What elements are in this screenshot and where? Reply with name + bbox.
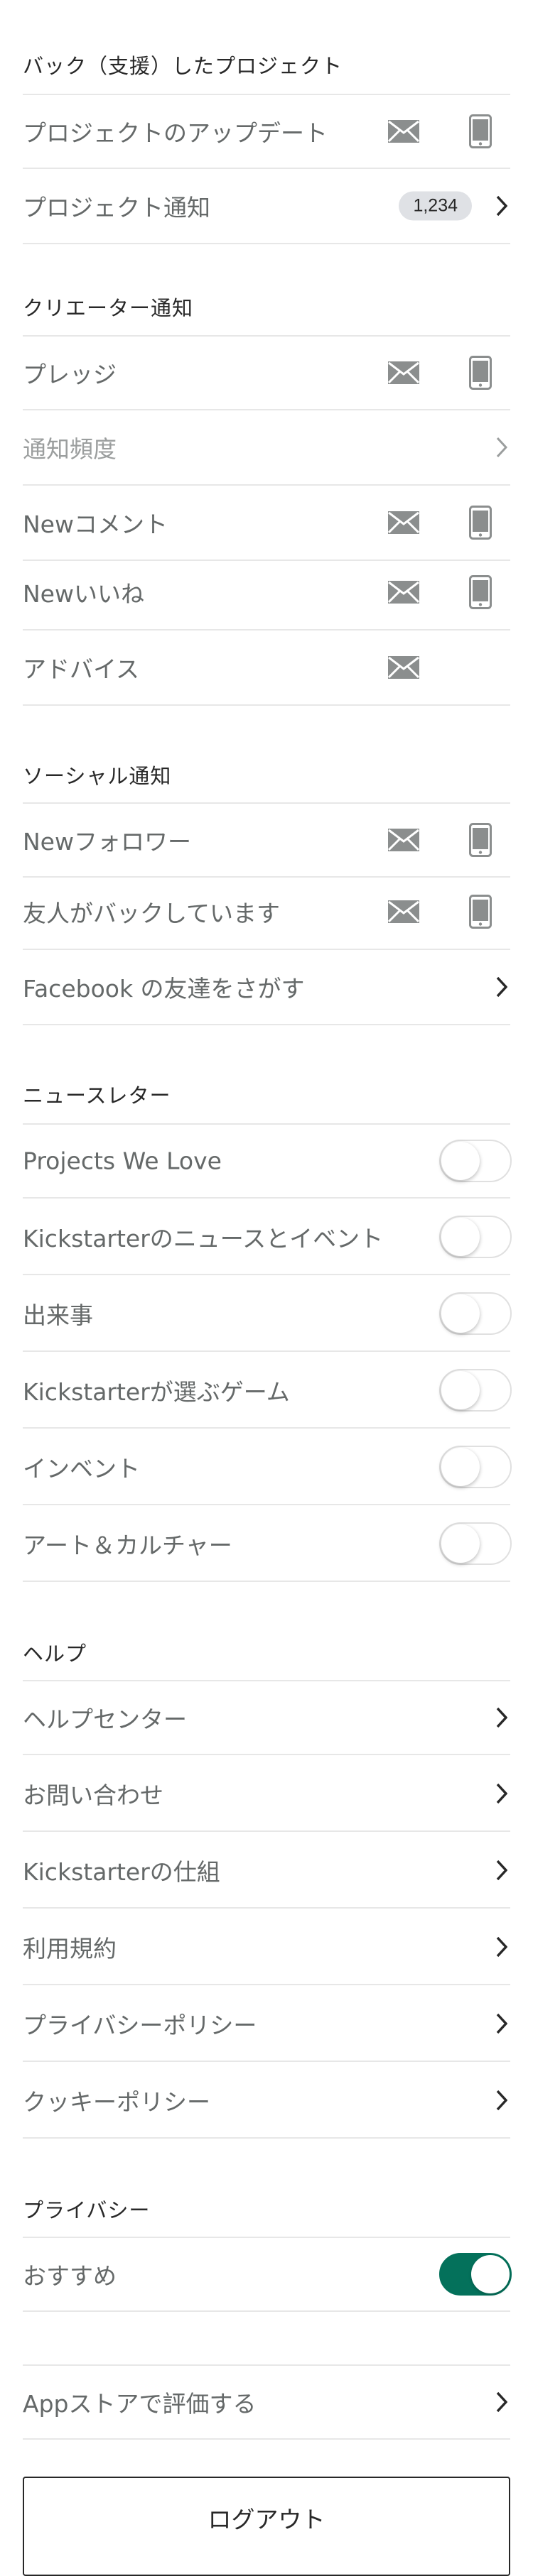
row-label: Kickstarterのニュースとイベント <box>23 1225 384 1252</box>
settings-page: バック（支援）したプロジェクト プロジェクトのアップデート プロジェクト通知 1… <box>0 0 533 2576</box>
row-newsletter-happening[interactable]: 出来事 <box>23 1277 512 1352</box>
recommendations-toggle[interactable] <box>439 2253 512 2296</box>
toggle-knob <box>441 1524 480 1563</box>
row-project-updates[interactable]: プロジェクトのアップデート <box>23 94 510 169</box>
section-title-newsletter: ニュースレター <box>23 1084 171 1108</box>
row-label: おすすめ <box>23 2262 117 2290</box>
mail-icon[interactable] <box>388 900 419 923</box>
row-newsletter-arts[interactable]: アート＆カルチャー <box>23 1507 512 1582</box>
row-label: インベント <box>23 1455 140 1483</box>
phone-icon[interactable] <box>469 823 492 857</box>
chevron-right-icon <box>496 2090 507 2111</box>
row-label: お問い合わせ <box>23 1781 163 1809</box>
toggle-knob <box>441 1218 480 1256</box>
row-label: Kickstarterの仕組 <box>23 1858 220 1886</box>
toggle-knob <box>441 1448 480 1486</box>
chevron-right-icon <box>496 2013 507 2034</box>
chevron-right-icon <box>496 1860 507 1881</box>
row-label: 友人がバックしています <box>23 900 281 927</box>
row-label: Newいいね <box>23 580 144 608</box>
row-label: プライバシーポリシー <box>23 2012 257 2039</box>
section-title-help: ヘルプ <box>23 1642 87 1666</box>
row-label: Kickstarterが選ぶゲーム <box>23 1378 290 1406</box>
newsletter-toggle[interactable] <box>439 1216 512 1258</box>
phone-icon[interactable] <box>469 114 492 148</box>
row-label: Newコメント <box>23 511 168 538</box>
chevron-right-icon <box>496 1707 507 1728</box>
row-label: 出来事 <box>23 1301 93 1329</box>
row-recommendations[interactable]: おすすめ <box>23 2237 512 2312</box>
chevron-right-icon <box>496 976 507 998</box>
row-label: クッキーポリシー <box>23 2088 210 2116</box>
row-cookie-policy[interactable]: クッキーポリシー <box>23 2063 510 2139</box>
row-label: 通知頻度 <box>23 435 117 463</box>
row-how-it-works[interactable]: Kickstarterの仕組 <box>23 1833 510 1909</box>
row-new-followers[interactable]: Newフォロワー <box>23 802 510 878</box>
row-friends-backing[interactable]: 友人がバックしています <box>23 875 510 950</box>
notification-count-badge: 1,234 <box>399 191 472 221</box>
row-label: Facebook の友達をさがす <box>23 975 305 1003</box>
row-new-likes[interactable]: Newいいね <box>23 555 510 631</box>
row-rate-app-store[interactable]: Appストアで評価する <box>23 2364 510 2440</box>
row-newsletter-news[interactable]: Kickstarterのニュースとイベント <box>23 1200 512 1275</box>
chevron-right-icon <box>496 2391 507 2413</box>
row-label: プロジェクトのアップデート <box>23 119 328 147</box>
section-title-privacy: プライバシー <box>23 2198 151 2222</box>
phone-icon[interactable] <box>469 895 492 929</box>
row-newsletter-invent[interactable]: インベント <box>23 1430 512 1505</box>
newsletter-toggle[interactable] <box>439 1292 512 1335</box>
row-label: Newフォロワー <box>23 828 191 856</box>
row-label: ヘルプセンター <box>23 1705 187 1733</box>
phone-icon[interactable] <box>469 356 492 390</box>
section-title-social: ソーシャル通知 <box>23 764 172 788</box>
phone-icon[interactable] <box>469 575 492 609</box>
toggle-knob <box>441 1371 480 1409</box>
chevron-right-icon <box>496 437 507 458</box>
mail-icon[interactable] <box>388 656 419 679</box>
newsletter-toggle[interactable] <box>439 1446 512 1488</box>
section-title-backed: バック（支援）したプロジェクト <box>23 54 343 78</box>
toggle-knob <box>471 2255 510 2293</box>
mail-icon[interactable] <box>388 361 419 384</box>
row-notification-frequency[interactable]: 通知頻度 <box>23 410 510 486</box>
row-label: アドバイス <box>23 655 140 683</box>
phone-icon[interactable] <box>469 506 492 540</box>
mail-icon[interactable] <box>388 581 419 604</box>
newsletter-toggle[interactable] <box>439 1522 512 1565</box>
mail-icon[interactable] <box>388 511 419 534</box>
row-label: プロジェクト通知 <box>23 194 210 222</box>
newsletter-toggle[interactable] <box>439 1140 512 1182</box>
logout-label: ログアウト <box>208 2506 325 2533</box>
newsletter-toggle[interactable] <box>439 1369 512 1412</box>
row-project-notifications[interactable]: プロジェクト通知 1,234 <box>23 169 510 244</box>
row-label: アート＆カルチャー <box>23 1532 232 1559</box>
mail-icon[interactable] <box>388 120 419 143</box>
row-terms[interactable]: 利用規約 <box>23 1910 510 1985</box>
row-label: 利用規約 <box>23 1935 117 1963</box>
toggle-knob <box>441 1142 480 1180</box>
row-label: Projects We Love <box>23 1147 222 1175</box>
row-newsletter-games[interactable]: Kickstarterが選ぶゲーム <box>23 1353 512 1429</box>
toggle-knob <box>441 1294 480 1333</box>
row-label: プレッジ <box>23 361 117 388</box>
chevron-right-icon <box>496 1936 507 1958</box>
mail-icon[interactable] <box>388 829 419 851</box>
section-title-creator: クリエーター通知 <box>23 296 194 320</box>
row-pledge[interactable]: プレッジ <box>23 335 510 410</box>
logout-button[interactable]: ログアウト <box>23 2477 510 2576</box>
row-privacy-policy[interactable]: プライバシーポリシー <box>23 1987 510 2062</box>
row-advice[interactable]: アドバイス <box>23 631 510 706</box>
row-newsletter-pwl[interactable]: Projects We Love <box>23 1123 512 1199</box>
chevron-right-icon <box>496 1783 507 1804</box>
row-new-comments[interactable]: Newコメント <box>23 486 510 561</box>
row-help-center[interactable]: ヘルプセンター <box>23 1680 510 1755</box>
row-label: Appストアで評価する <box>23 2390 257 2418</box>
chevron-right-icon <box>496 195 507 217</box>
row-contact[interactable]: お問い合わせ <box>23 1757 510 1832</box>
row-find-facebook-friends[interactable]: Facebook の友達をさがす <box>23 950 510 1025</box>
